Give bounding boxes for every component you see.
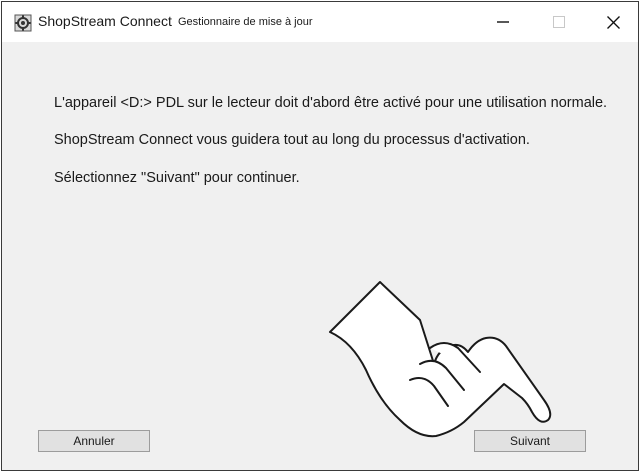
minimize-button[interactable]: [480, 2, 526, 42]
maximize-button: [536, 2, 582, 42]
maximize-icon: [553, 16, 565, 28]
cancel-button[interactable]: Annuler: [38, 430, 150, 452]
gear-icon: [14, 14, 32, 32]
pointing-hand-icon: [329, 281, 552, 438]
minimize-icon: [497, 21, 509, 23]
message-line-device: L'appareil <D:> PDL sur le lecteur doit …: [54, 95, 608, 111]
close-icon: [606, 15, 620, 29]
next-button[interactable]: Suivant: [474, 430, 586, 452]
title-bar[interactable]: ShopStream Connect Gestionnaire de mise …: [2, 2, 638, 42]
window-title: ShopStream Connect: [38, 13, 172, 29]
message-line-guidance: ShopStream Connect vous guidera tout au …: [54, 132, 530, 148]
window-subtitle: Gestionnaire de mise à jour: [178, 16, 313, 28]
message-line-instruction: Sélectionnez "Suivant" pour continuer.: [54, 170, 300, 186]
close-button[interactable]: [590, 2, 636, 42]
activation-window: ShopStream Connect Gestionnaire de mise …: [1, 1, 639, 471]
